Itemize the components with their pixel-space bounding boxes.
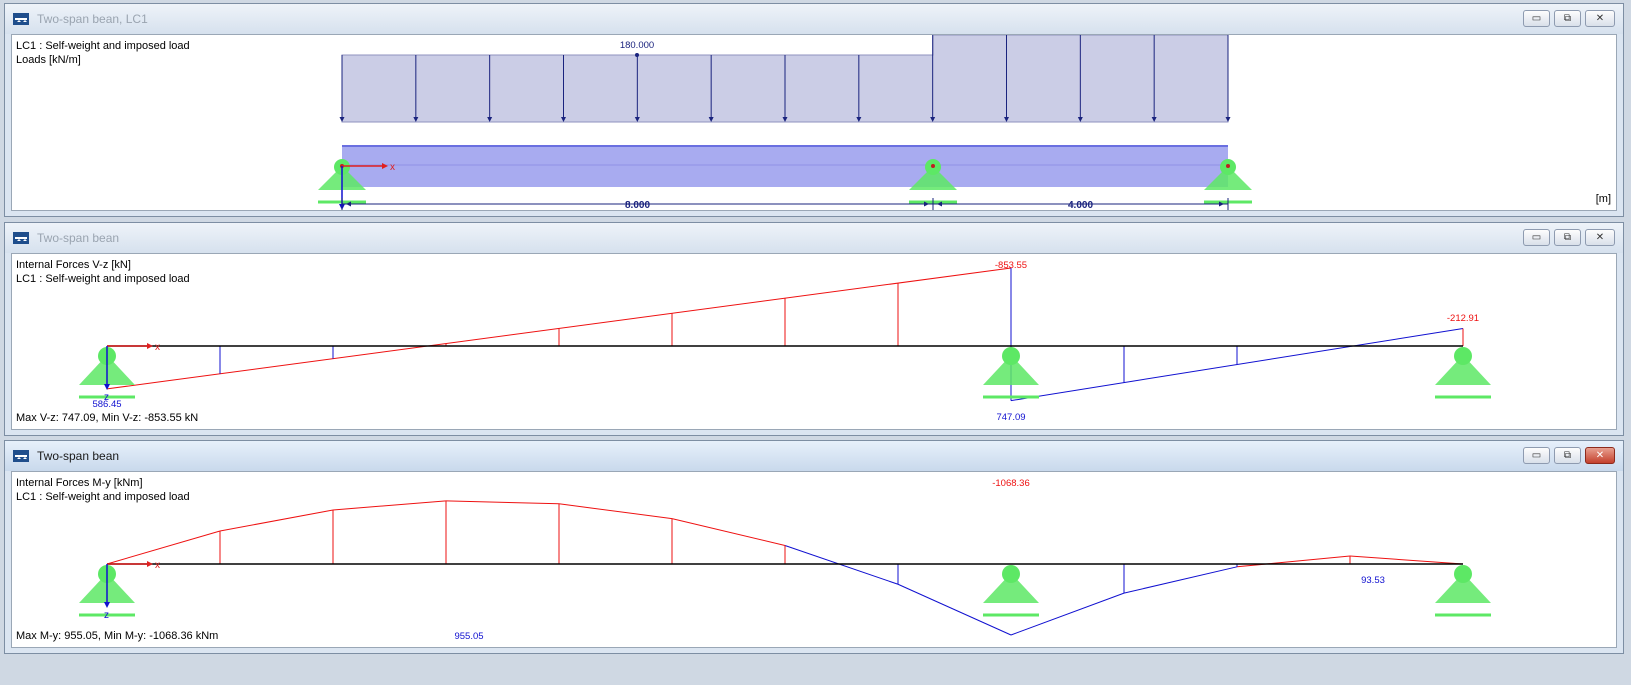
minimize-button[interactable]: ▭ <box>1523 10 1550 27</box>
close-icon: ✕ <box>1595 449 1605 461</box>
close-icon: ✕ <box>1595 12 1605 24</box>
loads-diagram: 180.000xz8.0004.000 <box>318 35 1252 211</box>
diagram-outline <box>784 545 899 585</box>
moment-window[interactable]: Two-span bean ▭ ⧉ ✕ x z 955.05 -1068.36 93.5… <box>4 440 1624 654</box>
maximize-icon: ⧉ <box>1563 449 1572 461</box>
span-1-length: 8.000 <box>625 200 650 211</box>
diagram-outline <box>671 518 786 546</box>
support-hinge <box>1002 347 1020 365</box>
info-line-case: LC1 : Self-weight and imposed load <box>16 273 190 285</box>
extremes-summary: Max M-y: 955.05, Min M-y: -1068.36 kNm <box>16 630 219 642</box>
loads-window[interactable]: Two-span bean, LC1 ▭ ⧉ ✕ 180.000xz8.0004… <box>4 3 1624 217</box>
diagram-outline <box>1123 566 1238 594</box>
info-line-type: Internal Forces M-y [kNm] <box>16 477 143 489</box>
span-2-length: 4.000 <box>1068 200 1093 211</box>
minimize-button[interactable]: ▭ <box>1523 447 1550 464</box>
diagram-outline <box>445 500 560 505</box>
info-block: Internal Forces V-z [kN] LC1 : Self-weig… <box>16 258 190 286</box>
info-line-case: LC1 : Self-weight and imposed load <box>16 40 190 52</box>
support-hinge <box>1454 347 1472 365</box>
unit-label: [m] <box>1595 193 1611 205</box>
shear-window[interactable]: Two-span bean ▭ ⧉ ✕ x z 586.45 -853.55 747.0… <box>4 222 1624 436</box>
close-button[interactable]: ✕ <box>1585 229 1615 246</box>
maximize-button[interactable]: ⧉ <box>1554 447 1581 464</box>
title-bar[interactable]: Two-span bean, LC1 ▭ ⧉ ✕ <box>5 4 1623 34</box>
shear-canvas[interactable]: x z 586.45 -853.55 747.09 -212.91 Internal Fo… <box>11 253 1617 430</box>
bending-moment-diagram: x z 955.05 -1068.36 93.53 <box>79 478 1491 642</box>
z-axis-arrowhead <box>104 384 110 390</box>
info-block: Internal Forces M-y [kNm] LC1 : Self-wei… <box>16 476 190 504</box>
minimize-button[interactable]: ▭ <box>1523 229 1550 246</box>
info-line-case: LC1 : Self-weight and imposed load <box>16 491 190 503</box>
diagram-outline <box>1349 555 1464 565</box>
z-axis-arrowhead <box>104 602 110 608</box>
result-value-label: 93.53 <box>1361 575 1385 586</box>
minimize-icon: ▭ <box>1531 231 1542 243</box>
maximize-icon: ⧉ <box>1563 12 1572 24</box>
close-button[interactable]: ✕ <box>1585 447 1615 464</box>
result-value-label: -853.55 <box>995 260 1027 271</box>
load-value-marker <box>635 53 639 57</box>
result-value-label: -212.91 <box>1447 313 1479 324</box>
load-value-label: 180.000 <box>620 40 654 51</box>
x-axis-label: x <box>155 342 160 353</box>
info-line-type: Internal Forces V-z [kN] <box>16 259 131 271</box>
moment-canvas[interactable]: x z 955.05 -1068.36 93.53 Internal Forces M-… <box>11 471 1617 648</box>
info-line-type: Loads [kN/m] <box>16 54 81 66</box>
support-hinge <box>1002 565 1020 583</box>
z-axis-label: z <box>104 610 109 621</box>
result-value-label: 747.09 <box>996 412 1025 423</box>
node-point <box>1226 164 1230 168</box>
result-value-label: 586.45 <box>92 399 121 410</box>
info-block: LC1 : Self-weight and imposed load Loads… <box>16 39 190 67</box>
x-axis-arrowhead <box>147 343 153 349</box>
close-button[interactable]: ✕ <box>1585 10 1615 27</box>
diagram-outline <box>1236 555 1351 568</box>
title-bar[interactable]: Two-span bean ▭ ⧉ ✕ <box>5 223 1623 253</box>
maximize-button[interactable]: ⧉ <box>1554 229 1581 246</box>
window-title: Two-span bean <box>37 449 120 463</box>
beam-member <box>342 145 1228 187</box>
maximize-icon: ⧉ <box>1563 231 1572 243</box>
result-value-label: 955.05 <box>454 631 483 642</box>
x-axis-label: x <box>155 560 160 571</box>
node-point <box>931 164 935 168</box>
loads-canvas[interactable]: 180.000xz8.0004.000 LC1 : Self-weight an… <box>11 34 1617 211</box>
support-hinge <box>1454 565 1472 583</box>
maximize-button[interactable]: ⧉ <box>1554 10 1581 27</box>
close-icon: ✕ <box>1595 231 1605 243</box>
diagram-outline <box>219 509 334 532</box>
x-axis-label: x <box>390 162 395 173</box>
diagram-outline <box>558 503 673 520</box>
beam-app-icon <box>13 13 29 25</box>
shear-force-diagram: xz586.45-853.55747.09-212.91 <box>79 260 1491 423</box>
window-title: Two-span bean, LC1 <box>37 12 148 26</box>
x-axis-arrowhead <box>147 561 153 567</box>
extremes-summary: Max V-z: 747.09, Min V-z: -853.55 kN <box>16 412 199 424</box>
title-bar[interactable]: Two-span bean ▭ ⧉ ✕ <box>5 441 1623 471</box>
diagram-outline <box>332 500 447 511</box>
minimize-icon: ▭ <box>1531 12 1542 24</box>
beam-app-icon <box>13 450 29 462</box>
window-title: Two-span bean <box>37 231 120 245</box>
result-value-label: -1068.36 <box>992 478 1030 489</box>
diagram-outline <box>106 530 221 565</box>
minimize-icon: ▭ <box>1531 449 1542 461</box>
beam-app-icon <box>13 232 29 244</box>
